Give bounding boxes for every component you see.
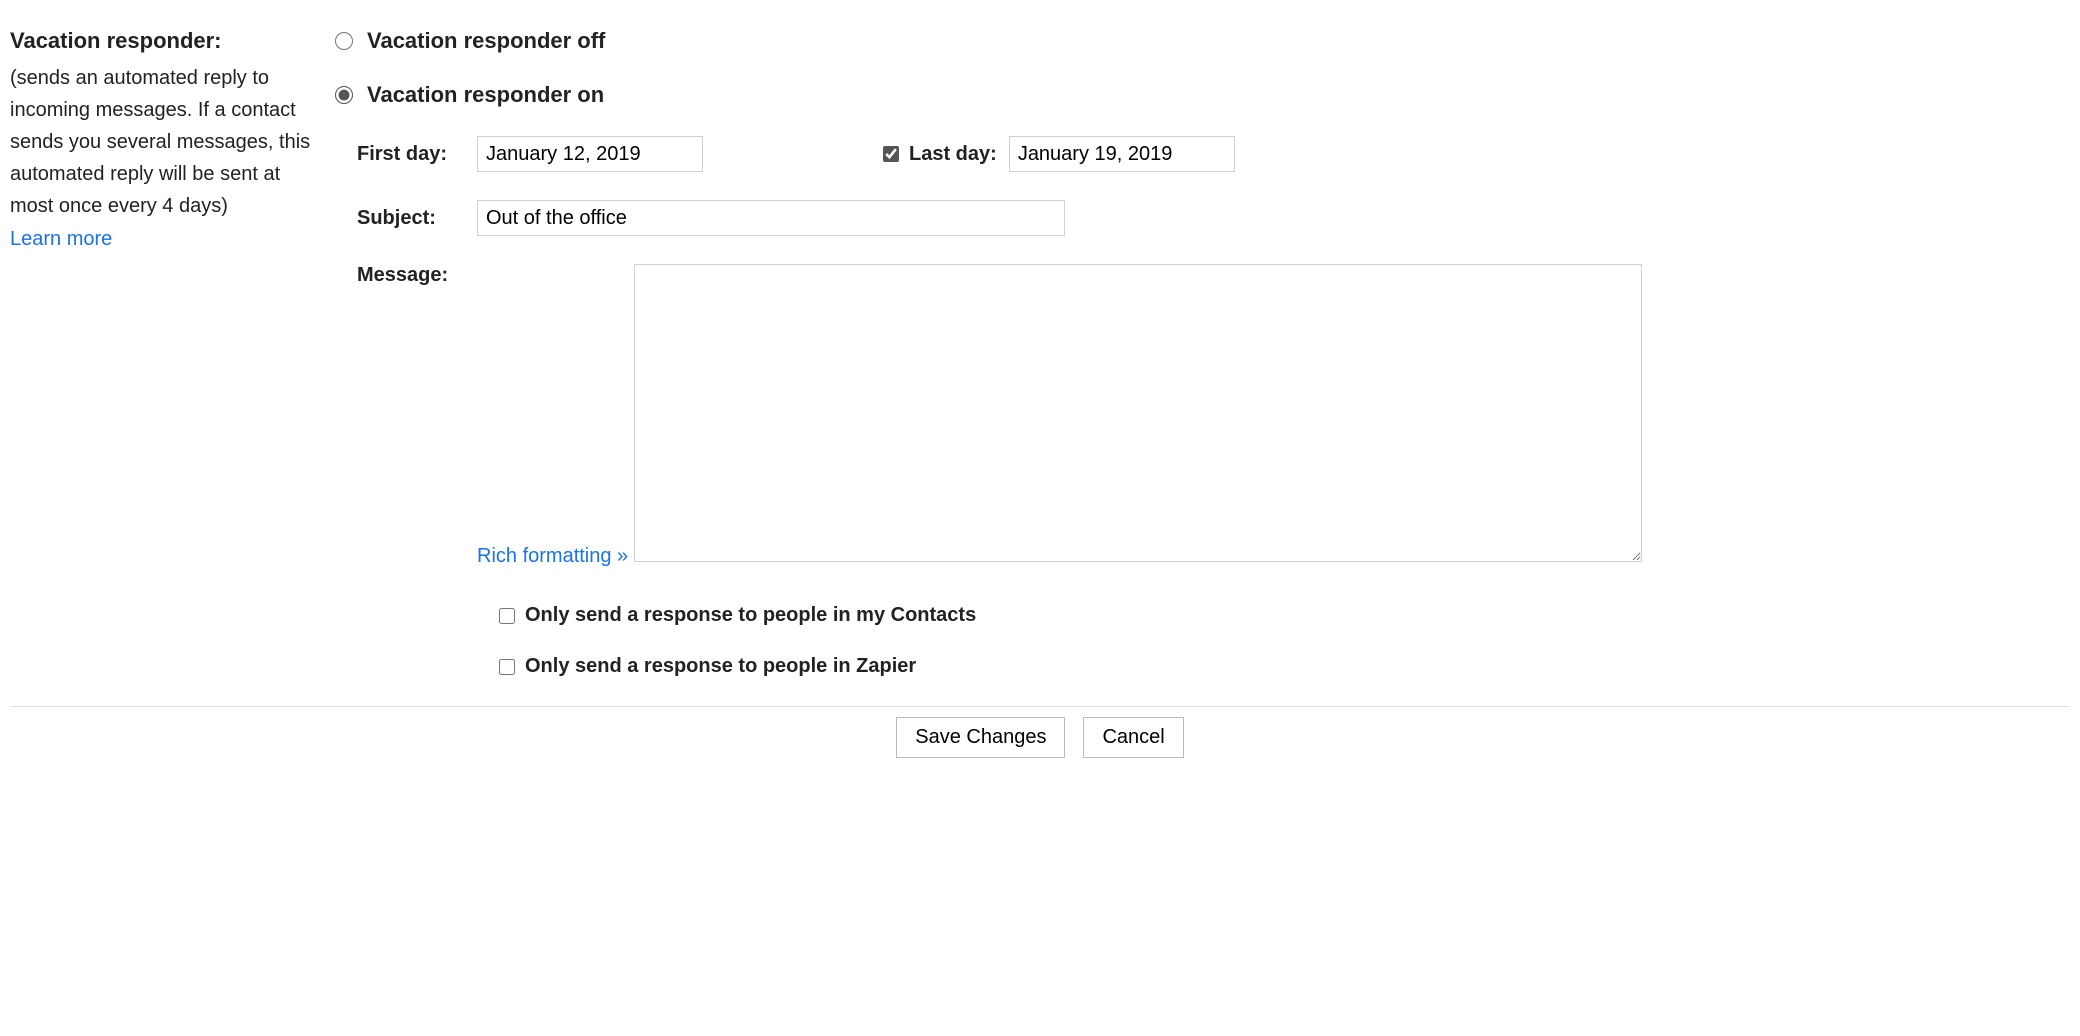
message-textarea[interactable] [634, 264, 1642, 562]
domain-only-row[interactable]: Only send a response to people in Zapier [499, 655, 2070, 678]
first-day-label: First day: [357, 143, 477, 166]
subject-input[interactable] [477, 200, 1065, 236]
last-day-group: Last day: [883, 136, 1235, 172]
section-info: Vacation responder: (sends an automated … [10, 10, 315, 678]
footer: Save Changes Cancel [10, 706, 2070, 758]
message-label: Message: [357, 264, 477, 572]
contacts-only-row[interactable]: Only send a response to people in my Con… [499, 604, 2070, 627]
contacts-only-label: Only send a response to people in my Con… [525, 604, 976, 627]
vacation-responder-settings: Vacation responder: (sends an automated … [10, 10, 2070, 678]
responder-on-row[interactable]: Vacation responder on [335, 82, 2070, 108]
domain-only-checkbox[interactable] [499, 659, 515, 675]
settings-form: Vacation responder off Vacation responde… [335, 10, 2070, 678]
form-body: First day: Last day: Subject: Message: R… [357, 136, 2070, 678]
last-day-input[interactable] [1009, 136, 1235, 172]
section-description: (sends an automated reply to incoming me… [10, 62, 315, 222]
responder-off-label: Vacation responder off [367, 28, 605, 54]
responder-off-row[interactable]: Vacation responder off [335, 28, 2070, 54]
date-row: First day: Last day: [357, 136, 2070, 172]
rich-formatting-link[interactable]: Rich formatting » [477, 545, 628, 568]
message-row: Message: Rich formatting » [357, 264, 2070, 572]
last-day-label: Last day: [909, 143, 997, 166]
section-title: Vacation responder: [10, 28, 315, 54]
subject-row: Subject: [357, 200, 2070, 236]
message-column: Rich formatting » [477, 264, 2070, 572]
cancel-button[interactable]: Cancel [1083, 717, 1183, 758]
first-day-input[interactable] [477, 136, 703, 172]
contacts-only-checkbox[interactable] [499, 608, 515, 624]
subject-label: Subject: [357, 207, 477, 230]
domain-only-label: Only send a response to people in Zapier [525, 655, 916, 678]
save-button[interactable]: Save Changes [896, 717, 1065, 758]
responder-off-radio[interactable] [335, 32, 353, 50]
learn-more-link[interactable]: Learn more [10, 228, 112, 251]
responder-on-label: Vacation responder on [367, 82, 604, 108]
last-day-checkbox[interactable] [883, 146, 899, 162]
responder-on-radio[interactable] [335, 86, 353, 104]
